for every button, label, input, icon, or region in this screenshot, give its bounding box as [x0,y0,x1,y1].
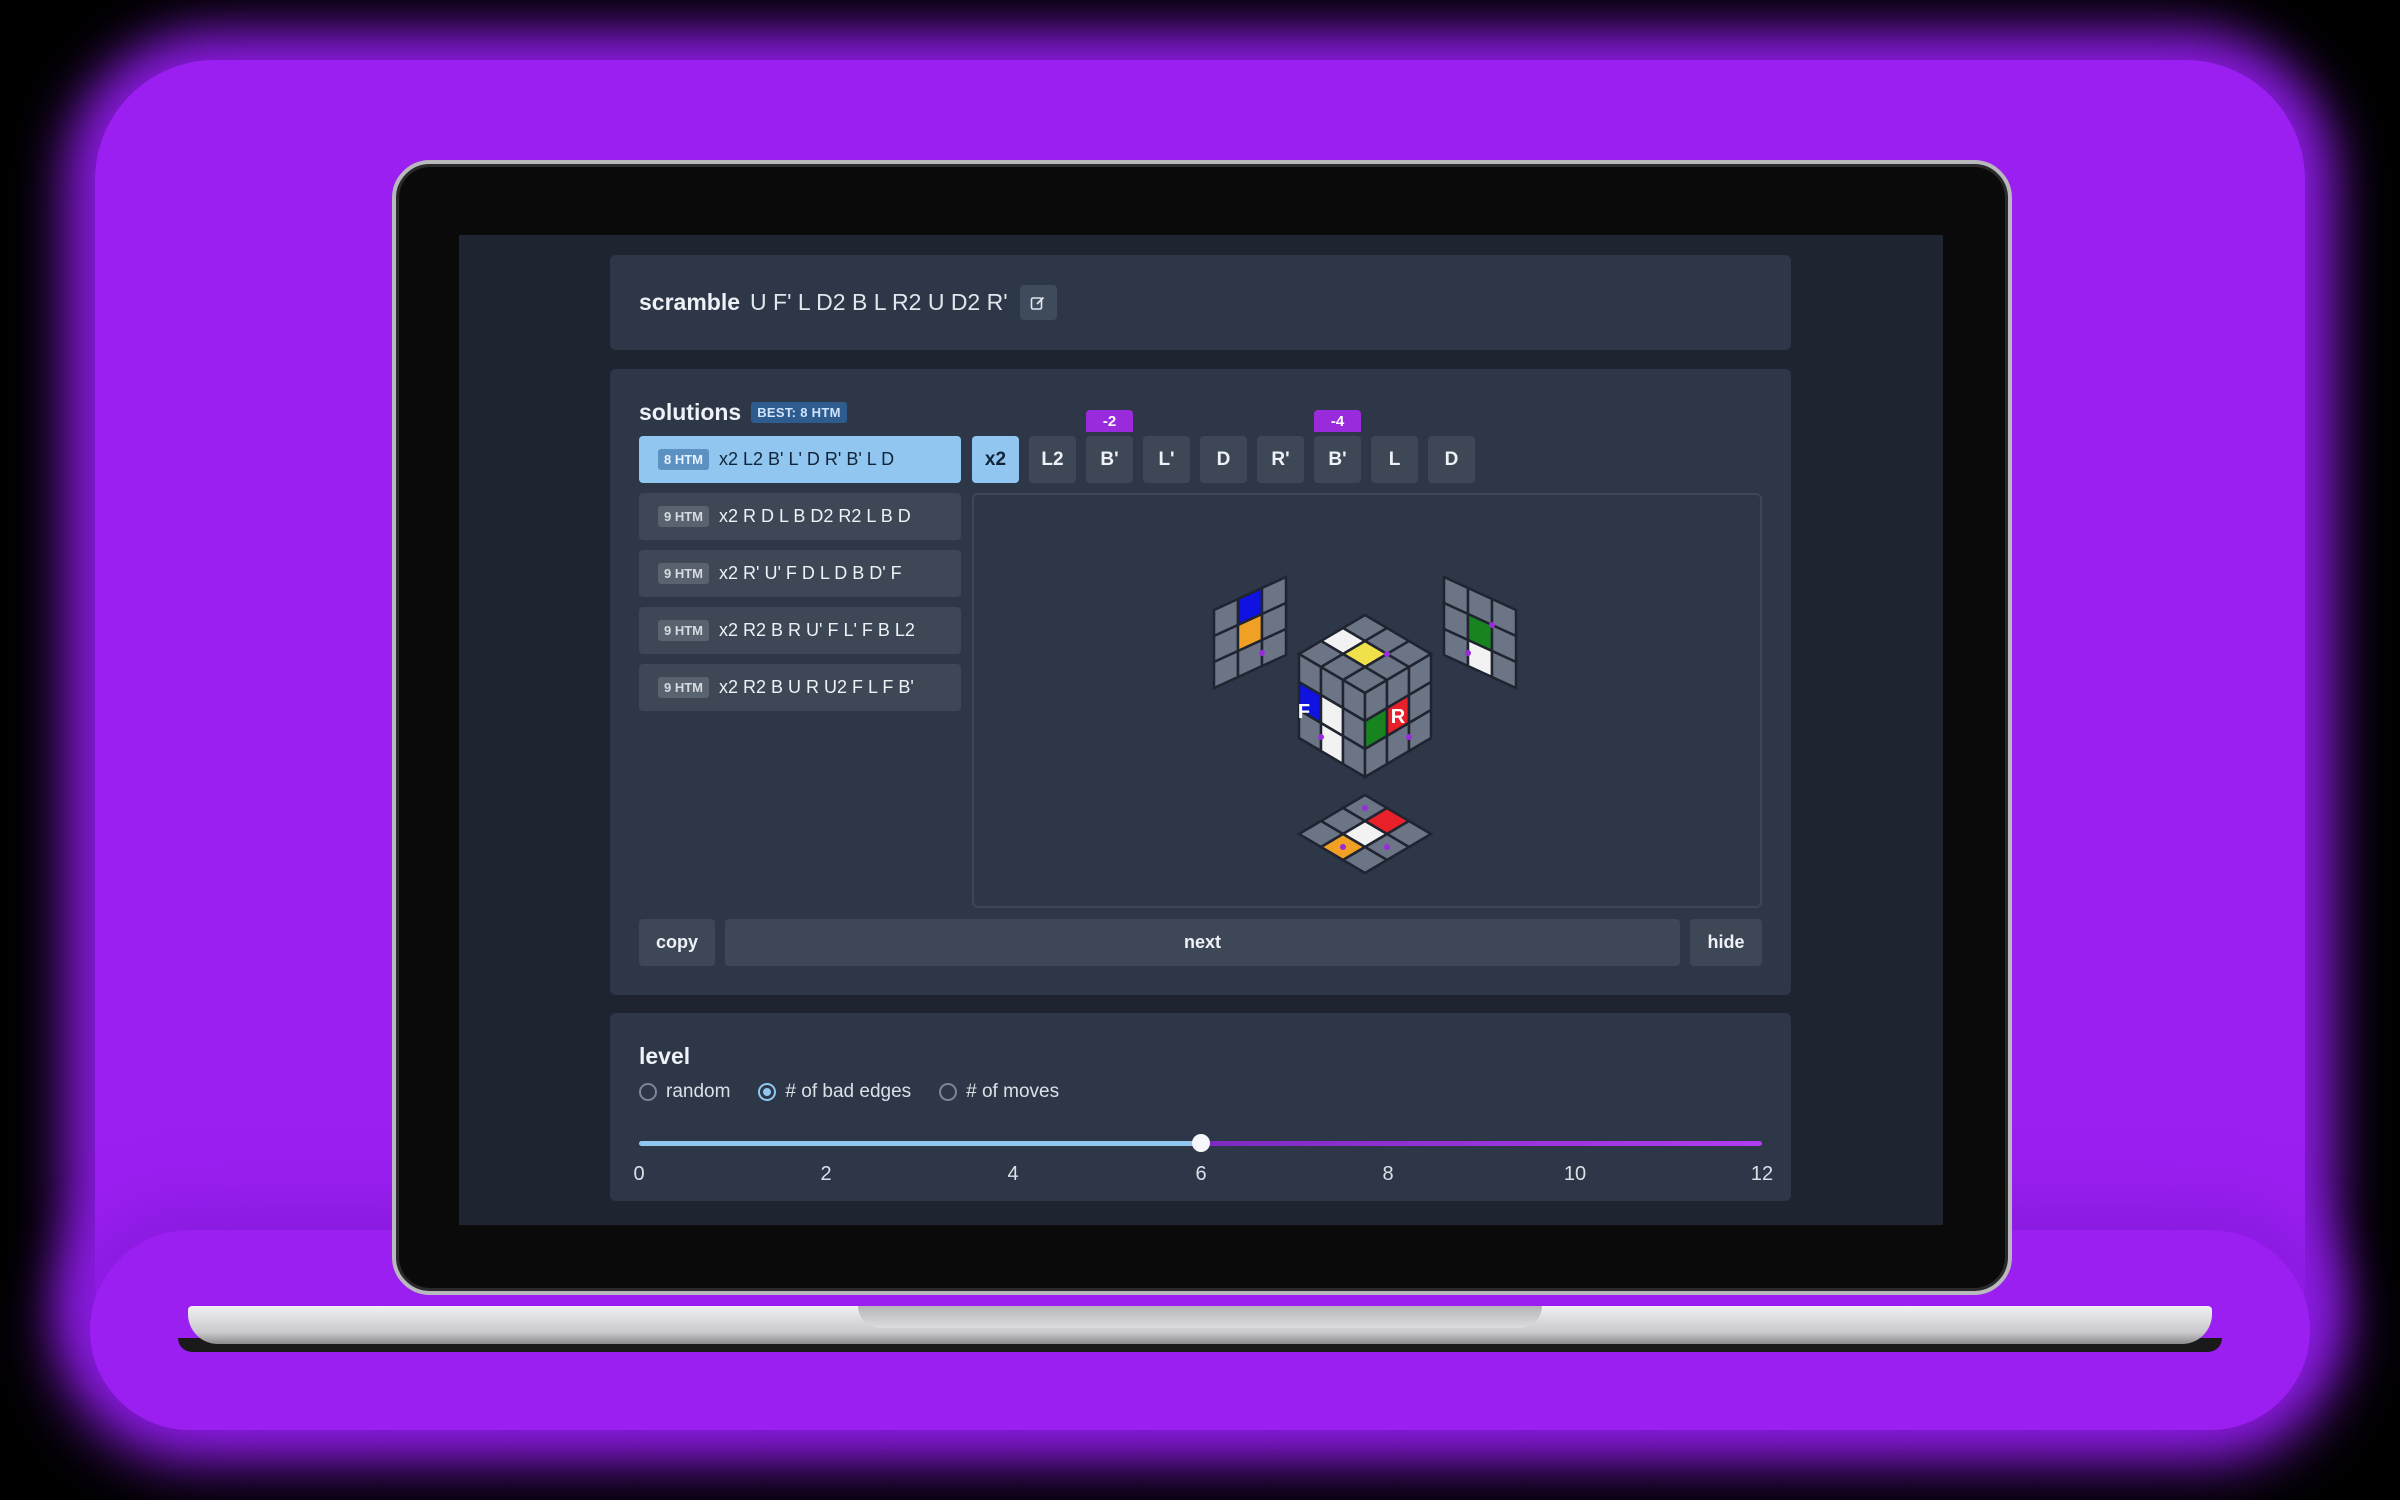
front-face-letter: F [1298,701,1310,723]
solution-item[interactable]: 9 HTM x2 R2 B R U' F L' F B L2 [639,607,961,654]
move-step[interactable]: D [1428,436,1475,483]
best-badge: BEST: 8 HTM [751,402,847,423]
solution-item[interactable]: 9 HTM x2 R2 B U R U2 F L F B' [639,664,961,711]
move-label: x2 [984,448,1007,470]
move-step[interactable]: x2 [972,436,1019,483]
solution-list: 8 HTM x2 L2 B' L' D R' B' L D 9 HTM x2 R… [639,436,961,721]
slider-thumb[interactable] [1192,1134,1210,1152]
htm-badge: 8 HTM [658,449,709,470]
radio-random[interactable]: random [639,1081,730,1103]
left-face-sticker-panel [1212,575,1288,690]
radio-label: # of moves [966,1081,1060,1102]
move-label: L' [1158,448,1175,470]
solutions-card: solutions BEST: 8 HTM 8 HTM x2 L2 B' L' … [610,369,1791,995]
slider-tick-label: 4 [1007,1163,1019,1185]
slider-tick-label: 10 [1563,1163,1587,1185]
solution-moves: x2 R' U' F D L D B D' F [719,563,902,583]
radio-indicator[interactable] [939,1083,958,1101]
scramble-label: scramble [639,289,741,315]
right-face-letter: R [1391,706,1406,728]
level-label: level [639,1043,691,1069]
solution-moves: x2 L2 B' L' D R' B' L D [719,449,895,469]
move-step[interactable]: -4 B' [1314,410,1361,483]
slider-tick-label: 0 [633,1163,645,1185]
radio-label: random [666,1081,731,1102]
move-label: B' [1100,448,1119,470]
move-label: R' [1271,448,1290,470]
app-screen: scramble U F' L D2 B L R2 U D2 R' soluti… [459,235,1943,1225]
edit-scramble-button[interactable] [1019,285,1057,320]
hide-button[interactable]: hide [1690,919,1762,966]
move-label: L [1388,448,1401,470]
slider-ticks: 0 2 4 6 8 10 12 [633,1163,1773,1187]
move-step[interactable]: D [1200,436,1247,483]
solution-item[interactable]: 9 HTM x2 R D L B D2 R2 L B D [639,493,961,540]
slider-tick-label: 2 [820,1163,832,1185]
htm-badge: 9 HTM [658,563,709,584]
scramble-moves: U F' L D2 B L R2 U D2 R' [750,289,1008,315]
move-label: D [1216,448,1231,470]
slider-tick-label: 6 [1195,1163,1207,1185]
move-step[interactable]: R' [1257,436,1304,483]
move-label: D [1444,448,1459,470]
level-slider[interactable] [639,1133,1762,1153]
solutions-label: solutions [639,399,742,425]
radio-bad-edges[interactable]: # of bad edges [758,1081,911,1103]
move-label: B' [1328,448,1347,470]
solution-moves: x2 R2 B U R U2 F L F B' [719,677,914,697]
move-label: L2 [1041,448,1064,470]
next-button[interactable]: next [725,919,1680,966]
htm-badge: 9 HTM [658,677,709,698]
solution-actions: copy next hide [639,919,1762,966]
radio-indicator[interactable] [758,1083,777,1101]
slider-track-filled [639,1141,1201,1146]
laptop-notch [858,1306,1542,1328]
edit-icon [1030,296,1045,310]
level-mode-options: random # of bad edges # of moves [639,1081,1059,1103]
solutions-header: solutions BEST: 8 HTM [639,399,847,426]
solution-item[interactable]: 9 HTM x2 R' U' F D L D B D' F [639,550,961,597]
radio-moves[interactable]: # of moves [939,1081,1059,1103]
move-steps: x2 L2 -2 B' L' D R' -4 B' L D [972,410,1475,483]
htm-badge: 9 HTM [658,620,709,641]
solution-item[interactable]: 8 HTM x2 L2 B' L' D R' B' L D [639,436,961,483]
right-face-sticker-panel [1442,575,1518,690]
slider-track-remaining [1201,1141,1762,1146]
cube-illustration: F R [1212,575,1518,875]
move-step[interactable]: L [1371,436,1418,483]
slider-tick-label: 12 [1750,1163,1774,1185]
level-card: level random # of bad edges # of moves 0… [610,1013,1791,1201]
move-step[interactable]: L2 [1029,436,1076,483]
solution-moves: x2 R D L B D2 R2 L B D [719,506,911,526]
radio-indicator[interactable] [639,1083,657,1101]
scramble-card: scramble U F' L D2 B L R2 U D2 R' [610,255,1791,350]
scramble-row: scramble U F' L D2 B L R2 U D2 R' [639,285,1057,320]
copy-button[interactable]: copy [639,919,715,966]
radio-label: # of bad edges [785,1081,912,1102]
slider-tick-label: 8 [1382,1163,1394,1185]
move-delta-badge: -2 [1086,410,1133,432]
move-step[interactable]: -2 B' [1086,410,1133,483]
move-step[interactable]: L' [1143,436,1190,483]
htm-badge: 9 HTM [658,506,709,527]
move-delta-badge: -4 [1314,410,1361,432]
solution-moves: x2 R2 B R U' F L' F B L2 [719,620,915,640]
cube-viewer[interactable]: F R [972,493,1762,908]
